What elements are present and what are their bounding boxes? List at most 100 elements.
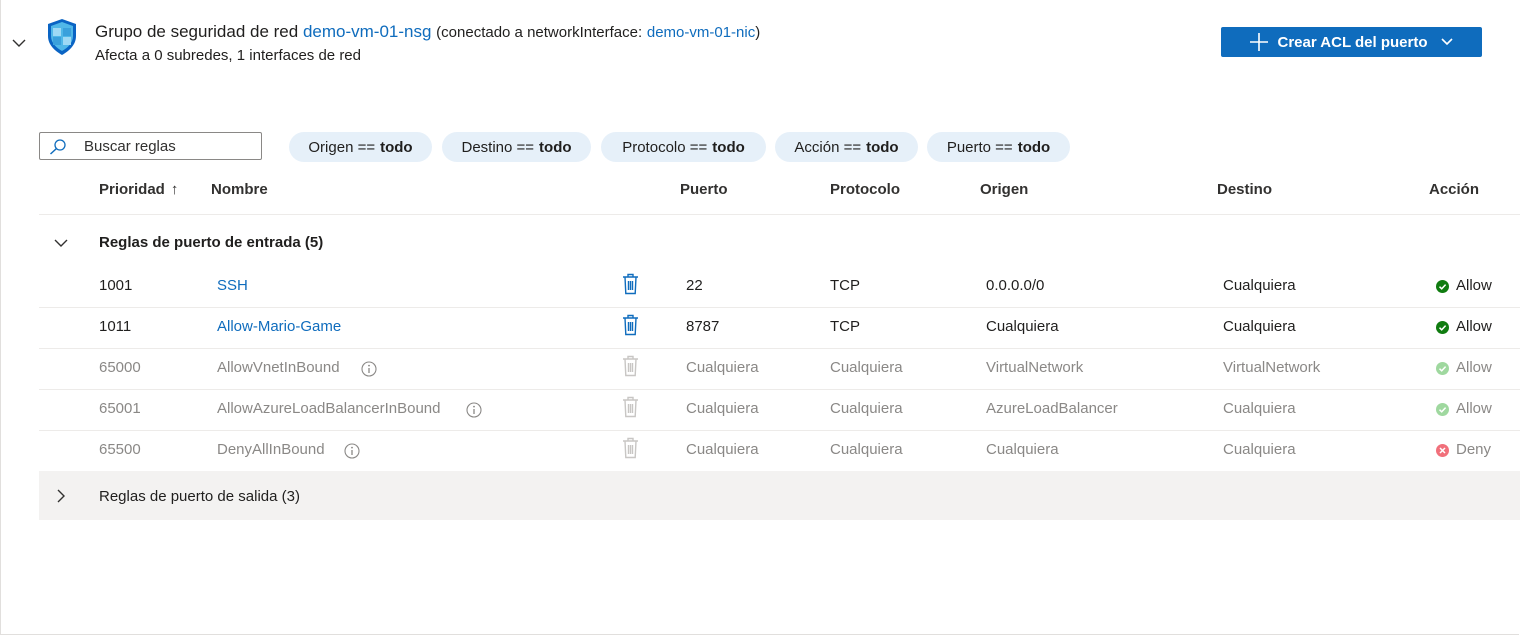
rule-name: DenyAllInBound	[217, 441, 325, 458]
rule-priority: 65000	[99, 359, 141, 376]
collapse-chevron-icon[interactable]	[10, 34, 28, 52]
rule-action: Allow	[1456, 359, 1492, 376]
rule-protocol: TCP	[830, 318, 860, 335]
rule-source: Cualquiera	[986, 441, 1059, 458]
inbound-rules-group-label: Reglas de puerto de entrada (5)	[99, 234, 324, 251]
rule-action: Allow	[1456, 277, 1492, 294]
deny-x-icon	[1436, 444, 1449, 457]
filter-protocol-label: Protocolo ==	[622, 138, 708, 156]
rule-name-link[interactable]: Allow-Mario-Game	[217, 318, 341, 335]
column-header-name[interactable]: Nombre	[211, 181, 268, 198]
delete-trash-icon	[623, 396, 638, 418]
rule-destination: VirtualNetwork	[1223, 359, 1321, 376]
rule-priority: 1011	[99, 318, 132, 335]
rule-priority: 65500	[99, 441, 141, 458]
rule-protocol: Cualquiera	[830, 359, 903, 376]
nsg-title-prefix: Grupo de seguridad de red	[95, 22, 299, 41]
allow-check-icon	[1436, 403, 1449, 416]
filter-protocol-value: todo	[712, 138, 745, 156]
outbound-rules-group[interactable]: Reglas de puerto de salida (3)	[39, 471, 1520, 520]
inbound-rules-group[interactable]: Reglas de puerto de entrada (5)	[39, 222, 1520, 264]
filter-action-pill[interactable]: Acción == todo	[775, 132, 918, 162]
rule-destination: Cualquiera	[1223, 441, 1296, 458]
rule-source: 0.0.0.0/0	[986, 277, 1045, 294]
nsg-connected-suffix: )	[755, 24, 761, 41]
allow-check-icon	[1436, 362, 1449, 375]
column-header-source[interactable]: Origen	[980, 181, 1028, 198]
filter-source-pill[interactable]: Origen == todo	[289, 132, 432, 162]
nsg-name-link[interactable]: demo-vm-01-nsg	[303, 22, 432, 41]
rule-action: Allow	[1456, 400, 1492, 417]
rule-action: Deny	[1456, 441, 1492, 458]
rule-destination: Cualquiera	[1223, 277, 1296, 294]
filter-source-label: Origen ==	[308, 138, 376, 156]
delete-trash-icon[interactable]	[622, 314, 639, 336]
rule-destination: Cualquiera	[1223, 400, 1296, 417]
outbound-rules-group-label: Reglas de puerto de salida (3)	[99, 488, 300, 505]
plus-icon	[1250, 33, 1269, 51]
filter-destination-value: todo	[539, 138, 572, 156]
create-port-acl-button[interactable]: Crear ACL del puerto	[1221, 27, 1482, 57]
table-row[interactable]: 65001 AllowAzureLoadBalancerInBound Cual…	[39, 389, 1520, 431]
filter-source-value: todo	[380, 138, 413, 156]
rule-port: Cualquiera	[686, 359, 759, 376]
info-icon[interactable]	[361, 361, 377, 377]
rule-name-link[interactable]: SSH	[217, 277, 248, 294]
delete-trash-icon	[623, 355, 638, 377]
delete-trash-icon[interactable]	[622, 273, 639, 295]
rule-port: Cualquiera	[686, 441, 759, 458]
create-port-acl-label: Crear ACL del puerto	[1277, 33, 1428, 51]
filter-port-label: Puerto ==	[946, 138, 1013, 156]
search-icon	[49, 139, 66, 155]
rule-priority: 1001	[99, 277, 133, 294]
rule-protocol: Cualquiera	[830, 400, 903, 417]
chevron-right-icon	[57, 489, 65, 503]
rule-port: 22	[686, 277, 703, 294]
rule-source: Cualquiera	[986, 318, 1059, 335]
allow-check-icon	[1436, 280, 1449, 293]
search-rules-input[interactable]	[84, 136, 254, 156]
filter-action-label: Acción ==	[794, 138, 862, 156]
rule-name: AllowAzureLoadBalancerInBound	[217, 400, 441, 417]
rule-source: AzureLoadBalancer	[986, 400, 1118, 417]
rule-port: 8787	[686, 318, 720, 335]
rule-source: VirtualNetwork	[986, 359, 1084, 376]
chevron-down-icon	[1440, 38, 1453, 46]
rule-destination: Cualquiera	[1223, 318, 1296, 335]
rule-priority: 65001	[99, 400, 141, 417]
allow-check-icon	[1436, 321, 1449, 334]
rule-protocol: TCP	[830, 277, 860, 294]
table-row[interactable]: 65500 DenyAllInBound Cualquiera Cualquie…	[39, 430, 1520, 472]
info-icon[interactable]	[344, 443, 360, 459]
table-row[interactable]: 1001 SSH 22 TCP 0.0.0.0/0 Cualquiera All…	[39, 266, 1520, 308]
header-divider	[39, 214, 1520, 215]
filter-action-value: todo	[866, 138, 899, 156]
delete-trash-icon	[623, 437, 638, 459]
column-header-action[interactable]: Acción	[1429, 181, 1479, 198]
nic-name-link[interactable]: demo-vm-01-nic	[647, 24, 755, 41]
rule-name: AllowVnetInBound	[217, 359, 340, 376]
nsg-connected-prefix: (conectado a networkInterface:	[436, 24, 643, 41]
filter-port-pill[interactable]: Puerto == todo	[927, 132, 1070, 162]
search-rules-box[interactable]	[39, 132, 262, 160]
info-icon[interactable]	[466, 402, 482, 418]
column-header-destination[interactable]: Destino	[1217, 181, 1272, 198]
filter-port-value: todo	[1017, 138, 1051, 156]
network-security-group-shield-icon	[48, 19, 76, 55]
column-priority-label: Prioridad	[99, 181, 165, 198]
rule-protocol: Cualquiera	[830, 441, 903, 458]
nsg-title: Grupo de seguridad de red demo-vm-01-nsg…	[95, 22, 760, 42]
chevron-down-icon	[54, 239, 68, 247]
table-row[interactable]: 1011 Allow-Mario-Game 8787 TCP Cualquier…	[39, 307, 1520, 349]
sort-ascending-icon: ↑	[170, 181, 179, 198]
table-row[interactable]: 65000 AllowVnetInBound Cualquiera Cualqu…	[39, 348, 1520, 390]
filter-destination-pill[interactable]: Destino == todo	[442, 132, 591, 162]
column-header-priority[interactable]: Prioridad ↑	[99, 181, 178, 198]
filter-protocol-pill[interactable]: Protocolo == todo	[601, 132, 766, 162]
rule-port: Cualquiera	[686, 400, 759, 417]
column-header-port[interactable]: Puerto	[680, 181, 728, 198]
nsg-subtitle: Afecta a 0 subredes, 1 interfaces de red	[95, 47, 361, 64]
rule-action: Allow	[1456, 318, 1492, 335]
column-header-protocol[interactable]: Protocolo	[830, 181, 900, 198]
filter-destination-label: Destino ==	[461, 138, 535, 156]
